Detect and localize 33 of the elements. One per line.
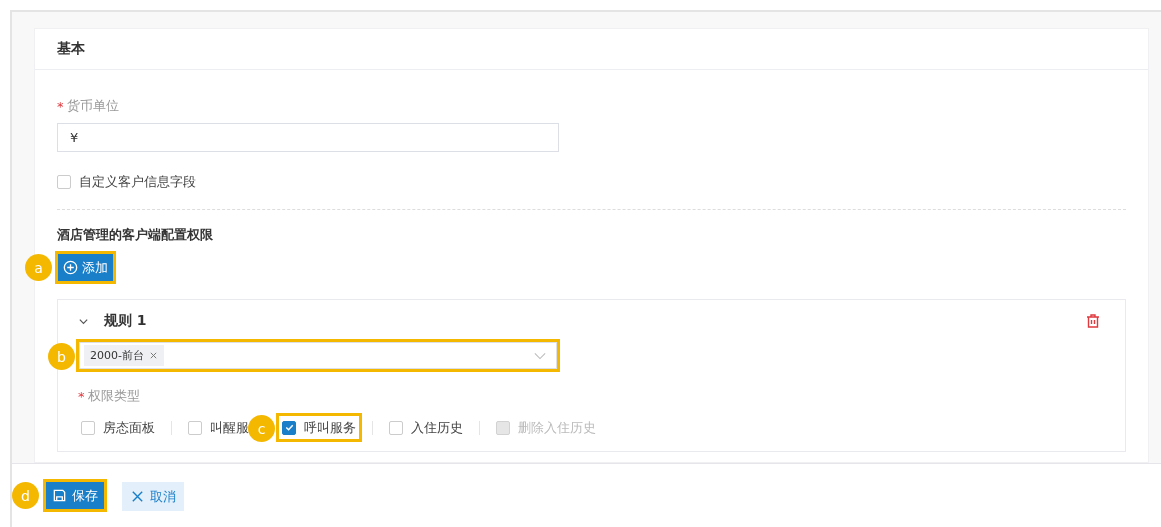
- callout-badge: c: [248, 415, 275, 442]
- rule-title: 规则 1: [104, 312, 147, 330]
- checkbox-label: 叫醒服: [210, 418, 249, 437]
- callout-badge: d: [12, 482, 39, 509]
- tag: 2000-前台: [84, 345, 164, 366]
- save-button[interactable]: 保存: [46, 482, 104, 509]
- field-label: 权限类型: [87, 387, 140, 405]
- select-field[interactable]: 2000-前台: [79, 342, 557, 369]
- checkbox-label: 删除入住历史: [518, 418, 596, 437]
- required-mark: *: [78, 388, 85, 404]
- cancel-button[interactable]: 取消: [122, 482, 184, 511]
- checkbox-label: 自定义客户信息字段: [79, 173, 196, 191]
- field-label: 货币单位: [66, 97, 119, 115]
- plus-circle-icon: [63, 260, 78, 275]
- close-icon: [130, 489, 145, 504]
- checkbox-label: 呼叫服务: [304, 418, 356, 437]
- checkbox-label: 入住历史: [411, 418, 463, 437]
- checkbox-label: 房态面板: [103, 418, 155, 437]
- required-mark: *: [57, 98, 64, 114]
- close-icon[interactable]: [148, 351, 158, 360]
- callout-badge: b: [48, 343, 75, 370]
- section-subtitle: 酒店管理的客户端配置权限: [57, 227, 214, 244]
- checkbox[interactable]: [282, 420, 296, 435]
- checkbox[interactable]: [81, 420, 95, 435]
- checkbox[interactable]: [57, 175, 71, 189]
- callout-badge: a: [25, 254, 52, 281]
- section-title: 基本: [57, 40, 85, 58]
- check-icon: [283, 422, 295, 433]
- currency-field[interactable]: ¥: [57, 123, 559, 152]
- checkbox[interactable]: [188, 420, 202, 435]
- add-button[interactable]: 添加: [58, 254, 113, 281]
- checkbox[interactable]: [389, 420, 403, 435]
- trash-icon[interactable]: [1085, 313, 1101, 329]
